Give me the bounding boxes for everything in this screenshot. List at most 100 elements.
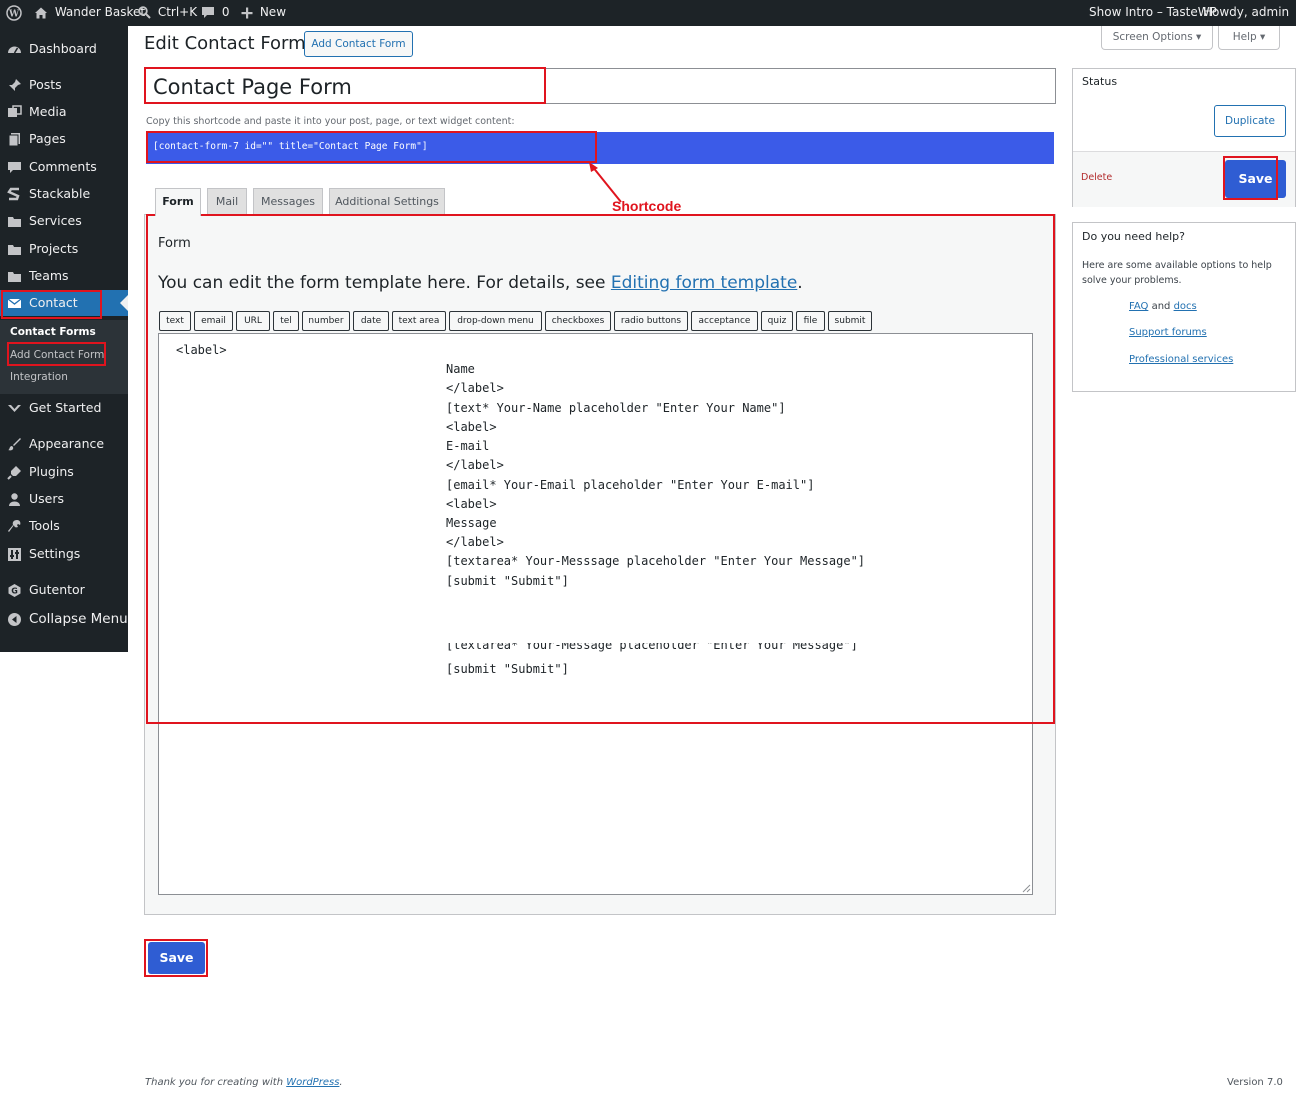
- collapse-menu-button[interactable]: Collapse Menu: [0, 606, 128, 632]
- form-template-editor[interactable]: <label> Name </label> [text* Your-Name p…: [158, 333, 1033, 895]
- save-button-bottom[interactable]: Save: [148, 942, 205, 974]
- plus-icon: [241, 7, 253, 18]
- footer-thanks: Thank you for creating with WordPress.: [145, 1077, 343, 1088]
- sidebar-item-stackable[interactable]: Stackable: [0, 181, 128, 207]
- tag-button-tel[interactable]: tel: [273, 311, 299, 331]
- gutentor-icon: G: [8, 584, 21, 597]
- code-line: E-mail: [446, 439, 490, 453]
- tag-button-drop-down-menu[interactable]: drop-down menu: [449, 311, 542, 331]
- tag-button-quiz[interactable]: quiz: [761, 311, 793, 331]
- show-intro-link[interactable]: Show Intro – TasteWP: [1089, 0, 1217, 26]
- screen-options-button[interactable]: Screen Options ▾: [1101, 26, 1213, 50]
- sidebar-item-appearance[interactable]: Appearance: [0, 431, 128, 457]
- submenu-integration[interactable]: Integration: [10, 371, 68, 383]
- tag-button-text[interactable]: text: [159, 311, 191, 331]
- tab-form[interactable]: Form: [155, 188, 201, 216]
- help-button[interactable]: Help ▾: [1218, 26, 1280, 50]
- tab-additional-settings[interactable]: Additional Settings: [329, 188, 445, 215]
- stackable-icon: [7, 187, 20, 201]
- code-line: <label>: [446, 420, 497, 434]
- duplicate-button[interactable]: Duplicate: [1214, 105, 1286, 137]
- tab-mail[interactable]: Mail: [207, 188, 247, 215]
- mail-icon: [7, 298, 22, 308]
- add-contact-form-button[interactable]: Add Contact Form: [304, 31, 413, 57]
- professional-services-link[interactable]: Professional services: [1129, 354, 1233, 365]
- panel-title: Form: [158, 236, 191, 251]
- site-name-link[interactable]: Wander Basket: [34, 0, 145, 26]
- sidebar-item-tools[interactable]: Tools: [0, 513, 128, 539]
- tag-button-submit[interactable]: submit: [828, 311, 872, 331]
- comment-icon: [8, 162, 21, 173]
- contact-submenu: Contact Forms Add Contact Form Integrati…: [0, 320, 128, 394]
- settings-icon: [8, 548, 21, 561]
- tag-button-acceptance[interactable]: acceptance: [691, 311, 758, 331]
- folder-icon: [8, 245, 21, 255]
- sidebar-item-dashboard[interactable]: Dashboard: [0, 36, 128, 62]
- docs-link[interactable]: docs: [1174, 301, 1197, 312]
- tag-button-email[interactable]: email: [194, 311, 233, 331]
- pages-icon: [8, 133, 20, 147]
- support-forums-link[interactable]: Support forums: [1129, 327, 1207, 338]
- sidebar-item-pages[interactable]: Pages: [0, 126, 128, 152]
- clipped-code-line: [textarea* Your-Message placeholder "Ent…: [446, 643, 858, 653]
- comments-count: 0: [221, 5, 230, 19]
- sidebar-item-comments[interactable]: Comments: [0, 154, 128, 180]
- help-title: Do you need help?: [1082, 230, 1186, 243]
- tag-button-number[interactable]: number: [302, 311, 350, 331]
- sidebar-item-projects[interactable]: Projects: [0, 236, 128, 262]
- collapse-icon: [8, 613, 21, 626]
- pin-icon: [8, 79, 21, 92]
- tag-button-file[interactable]: file: [796, 311, 825, 331]
- sidebar-item-users[interactable]: Users: [0, 486, 128, 512]
- folder-icon: [8, 272, 21, 282]
- media-icon: [8, 105, 22, 117]
- code-line: </label>: [446, 535, 504, 549]
- form-title-input[interactable]: Contact Page Form: [144, 68, 1056, 104]
- svg-text:G: G: [11, 587, 18, 596]
- code-line: [textarea* Your-Message placeholder "Ent…: [446, 643, 858, 652]
- resize-handle-icon[interactable]: [1021, 883, 1031, 893]
- sidebar-item-posts[interactable]: Posts: [0, 72, 128, 98]
- sidebar-item-plugins[interactable]: Plugins: [0, 459, 128, 485]
- tag-button-url[interactable]: URL: [236, 311, 270, 331]
- sidebar-item-get-started[interactable]: Get Started: [0, 395, 128, 421]
- admin-bar: W Wander Basket Ctrl+K 0 New Show Intro …: [0, 0, 1296, 26]
- user-icon: [9, 493, 20, 506]
- wrench-icon: [8, 520, 21, 532]
- page-title: Edit Contact Form: [144, 33, 306, 54]
- sidebar-item-contact[interactable]: Contact: [0, 290, 128, 316]
- code-line: [email* Your-Email placeholder "Enter Yo…: [446, 478, 815, 492]
- tag-button-radio-buttons[interactable]: radio buttons: [614, 311, 688, 331]
- tag-button-text-area[interactable]: text area: [392, 311, 446, 331]
- comments-link[interactable]: 0: [201, 0, 229, 26]
- shortcode-hint: Copy this shortcode and paste it into yo…: [146, 116, 515, 127]
- sidebar-item-gutentor[interactable]: G Gutentor: [0, 577, 128, 603]
- submenu-contact-forms[interactable]: Contact Forms: [10, 326, 96, 338]
- save-button-top[interactable]: Save: [1225, 160, 1286, 198]
- sidebar-item-settings[interactable]: Settings: [0, 541, 128, 567]
- editing-form-template-link[interactable]: Editing form template: [611, 273, 797, 293]
- tab-messages[interactable]: Messages: [253, 188, 323, 215]
- dashboard-icon: [8, 46, 21, 54]
- tag-button-checkboxes[interactable]: checkboxes: [545, 311, 611, 331]
- wordpress-logo-icon[interactable]: W: [6, 0, 22, 26]
- submenu-add-contact-form[interactable]: Add Contact Form: [10, 349, 104, 361]
- sidebar-item-teams[interactable]: Teams: [0, 263, 128, 289]
- site-name: Wander Basket: [54, 5, 146, 19]
- svg-text:W: W: [8, 9, 20, 19]
- search-shortcut[interactable]: Ctrl+K: [138, 0, 197, 26]
- account-menu[interactable]: Howdy, admin: [1203, 0, 1296, 26]
- code-line: Message: [446, 516, 497, 530]
- code-line: [text* Your-Name placeholder "Enter Your…: [446, 401, 786, 415]
- faq-link[interactable]: FAQ: [1129, 301, 1148, 312]
- tag-button-date[interactable]: date: [353, 311, 389, 331]
- code-line: </label>: [446, 381, 504, 395]
- sidebar-item-services[interactable]: Services: [0, 208, 128, 234]
- wordpress-link[interactable]: WordPress: [286, 1077, 339, 1088]
- chevron-icon: [8, 405, 21, 412]
- folder-icon: [8, 217, 21, 227]
- sidebar-item-media[interactable]: Media: [0, 99, 128, 125]
- new-content-link[interactable]: New: [241, 0, 286, 26]
- delete-link[interactable]: Delete: [1081, 172, 1112, 183]
- panel-description: You can edit the form template here. For…: [158, 273, 803, 293]
